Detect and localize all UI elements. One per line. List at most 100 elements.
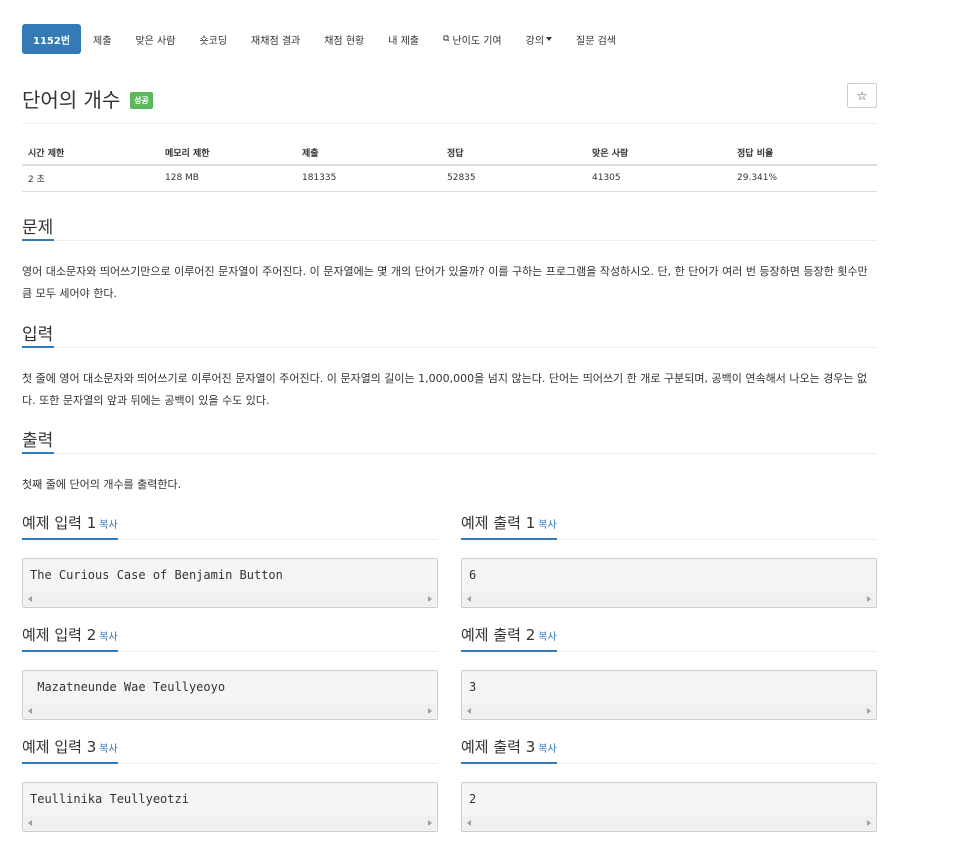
time-limit-value: 2 초 — [22, 165, 159, 192]
sample-input-2: 예제 입력 2 복사 Mazatneunde Wae Teullyeoyo — [22, 624, 438, 720]
nav-tab-status[interactable]: 채점 현황 — [312, 24, 376, 54]
table-header-row: 시간 제한 메모리 제한 제출 정답 맞은 사람 정답 비율 — [22, 141, 877, 166]
copy-button[interactable]: 복사 — [99, 520, 117, 531]
copy-button[interactable]: 복사 — [99, 632, 117, 643]
input-section: 입력 첫 줄에 영어 대소문자와 띄어쓰기로 이루어진 문자열이 주어진다. 이… — [22, 320, 877, 412]
input-heading-label: 입력 — [22, 320, 55, 348]
horizontal-scrollbar[interactable] — [463, 816, 875, 830]
sample-output-2-heading: 예제 출력 2 복사 — [461, 624, 877, 652]
nav-tab-solved-users[interactable]: 맞은 사람 — [123, 24, 187, 54]
scroll-right-icon[interactable] — [867, 820, 871, 826]
nav-tab-my-submissions-label: 내 제출 — [388, 35, 419, 47]
sample-input-1-code: The Curious Case of Benjamin Button — [30, 568, 283, 582]
scroll-left-icon[interactable] — [467, 708, 471, 714]
scroll-right-icon[interactable] — [867, 596, 871, 602]
scroll-left-icon[interactable] — [28, 596, 32, 602]
scroll-right-icon[interactable] — [428, 596, 432, 602]
sample-input-2-heading: 예제 입력 2 복사 — [22, 624, 438, 652]
favorite-button[interactable]: ☆ — [847, 83, 877, 108]
sample-output-2: 예제 출력 2 복사 3 — [461, 624, 877, 720]
scroll-left-icon[interactable] — [28, 708, 32, 714]
problem-info-table: 시간 제한 메모리 제한 제출 정답 맞은 사람 정답 비율 2 초 128 M… — [22, 141, 877, 192]
nav-tab-my-submissions[interactable]: 내 제출 — [376, 24, 431, 54]
nav-tab-short-coding[interactable]: 숏코딩 — [187, 24, 239, 54]
sample-input-1-heading: 예제 입력 1 복사 — [22, 512, 438, 540]
sample-input-2-code: Mazatneunde Wae Teullyeoyo — [30, 680, 226, 694]
table-row: 2 초 128 MB 181335 52835 41305 29.341% — [22, 165, 877, 192]
accepted-value: 52835 — [441, 165, 586, 192]
problem-header: 단어의 개수 성공 ☆ — [22, 83, 877, 124]
header-time-limit: 시간 제한 — [22, 141, 159, 166]
sample-input-3-heading-wrap: 예제 입력 3 복사 — [22, 736, 118, 764]
nav-tab-problem[interactable]: 1152번 — [22, 24, 82, 54]
sample-output-3-heading: 예제 출력 3 복사 — [461, 736, 877, 764]
copy-button[interactable]: 복사 — [538, 632, 556, 643]
nav-tab-lectures-label: 강의 — [525, 35, 545, 47]
sample-input-1-title: 예제 입력 1 — [22, 514, 97, 532]
header-memory-limit: 메모리 제한 — [159, 141, 296, 166]
sample-input-3-code: Teullinika Teullyeotzi — [30, 792, 197, 806]
sample-output-1-heading-wrap: 예제 출력 1 복사 — [461, 512, 557, 540]
sample-output-2-code: 3 — [469, 680, 477, 694]
scroll-right-icon[interactable] — [867, 708, 871, 714]
sample-input-3-heading: 예제 입력 3 복사 — [22, 736, 438, 764]
sample-output-2-title: 예제 출력 2 — [461, 626, 536, 644]
scroll-left-icon[interactable] — [467, 596, 471, 602]
input-text: 첫 줄에 영어 대소문자와 띄어쓰기로 이루어진 문자열이 주어진다. 이 문자… — [22, 372, 868, 407]
sample-output-3: 예제 출력 3 복사 2 — [461, 736, 877, 832]
header-accepted: 정답 — [441, 141, 586, 166]
problem-nav: 1152번 제출 맞은 사람 숏코딩 재채점 결과 채점 현황 내 제출 ⧉ 난이… — [22, 24, 628, 54]
output-heading-label: 출력 — [22, 426, 55, 454]
header-submissions: 제출 — [296, 141, 441, 166]
sample-output-2-heading-wrap: 예제 출력 2 복사 — [461, 624, 557, 652]
sample-output-3-code: 2 — [469, 792, 477, 806]
problem-heading-label: 문제 — [22, 213, 55, 241]
solved-users-value: 41305 — [586, 165, 731, 192]
nav-tab-submit[interactable]: 제출 — [81, 24, 123, 54]
output-heading: 출력 — [22, 426, 877, 454]
horizontal-scrollbar[interactable] — [24, 592, 436, 606]
nav-tab-lectures[interactable]: 강의 — [514, 24, 564, 54]
sample-input-3: 예제 입력 3 복사 Teullinika Teullyeotzi — [22, 736, 438, 832]
nav-tab-submit-label: 제출 — [93, 35, 112, 47]
nav-tab-difficulty[interactable]: ⧉ 난이도 기여 — [431, 24, 514, 54]
sample-output-3-title: 예제 출력 3 — [461, 738, 536, 756]
scroll-left-icon[interactable] — [467, 820, 471, 826]
sample-output-2-box[interactable]: 3 — [461, 670, 877, 720]
caret-down-icon — [546, 37, 553, 41]
horizontal-scrollbar[interactable] — [463, 592, 875, 606]
scroll-left-icon[interactable] — [28, 820, 32, 826]
status-badge: 성공 — [130, 92, 153, 109]
accept-ratio-value: 29.341% — [731, 165, 877, 192]
header-solved-users: 맞은 사람 — [586, 141, 731, 166]
nav-tab-rejudge[interactable]: 재채점 결과 — [239, 24, 312, 54]
nav-tab-short-coding-label: 숏코딩 — [199, 35, 228, 47]
input-heading: 입력 — [22, 320, 877, 348]
problem-description-section: 문제 영어 대소문자와 띄어쓰기만으로 이루어진 문자열이 주어진다. 이 문자… — [22, 213, 877, 305]
sample-output-1: 예제 출력 1 복사 6 — [461, 512, 877, 608]
problem-text: 영어 대소문자와 띄어쓰기만으로 이루어진 문자열이 주어진다. 이 문자열에는… — [22, 265, 868, 300]
nav-tab-questions[interactable]: 질문 검색 — [564, 24, 628, 54]
submissions-value: 181335 — [296, 165, 441, 192]
copy-button[interactable]: 복사 — [99, 744, 117, 755]
sample-output-1-box[interactable]: 6 — [461, 558, 877, 608]
scroll-right-icon[interactable] — [428, 820, 432, 826]
page-title: 단어의 개수 — [22, 88, 121, 112]
nav-tab-status-label: 채점 현황 — [324, 35, 365, 47]
horizontal-scrollbar[interactable] — [463, 704, 875, 718]
sample-input-1-heading-wrap: 예제 입력 1 복사 — [22, 512, 118, 540]
copy-button[interactable]: 복사 — [538, 520, 556, 531]
sample-output-1-code: 6 — [469, 568, 477, 582]
horizontal-scrollbar[interactable] — [24, 704, 436, 718]
sample-input-3-box[interactable]: Teullinika Teullyeotzi — [22, 782, 438, 832]
sample-input-2-box[interactable]: Mazatneunde Wae Teullyeoyo — [22, 670, 438, 720]
sample-output-3-box[interactable]: 2 — [461, 782, 877, 832]
copy-button[interactable]: 복사 — [538, 744, 556, 755]
nav-tab-problem-label: 1152번 — [33, 35, 71, 47]
external-link-icon: ⧉ — [443, 34, 450, 44]
horizontal-scrollbar[interactable] — [24, 816, 436, 830]
scroll-right-icon[interactable] — [428, 708, 432, 714]
output-text: 첫째 줄에 단어의 개수를 출력한다. — [22, 478, 182, 491]
sample-input-1-box[interactable]: The Curious Case of Benjamin Button — [22, 558, 438, 608]
sample-input-2-title: 예제 입력 2 — [22, 626, 97, 644]
